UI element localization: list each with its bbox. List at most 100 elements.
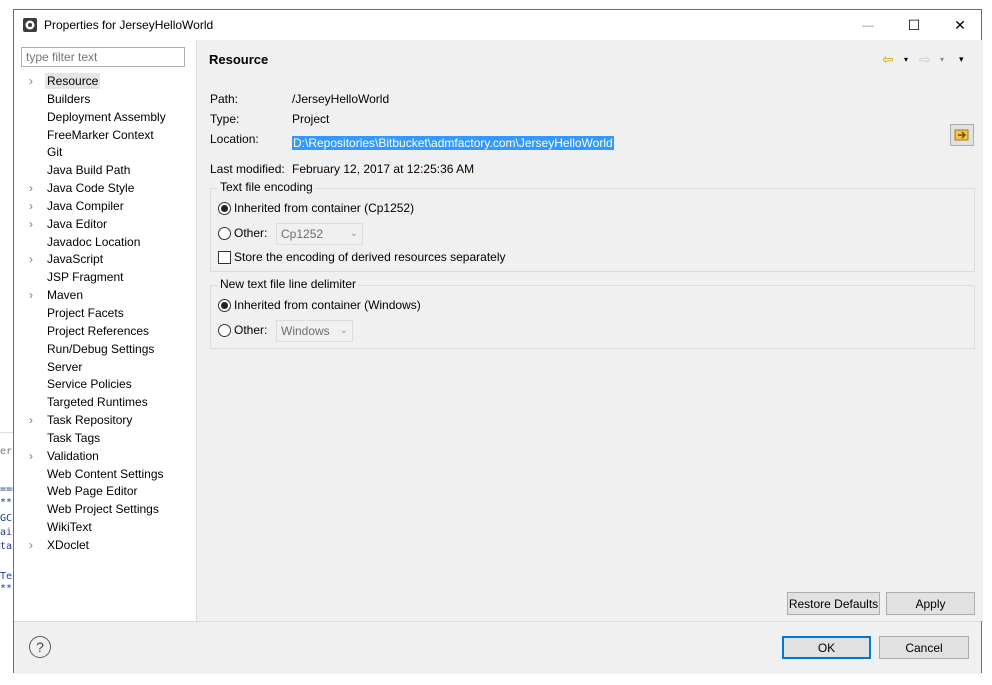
tree-item-label[interactable]: Validation (45, 448, 101, 464)
tree-item-label[interactable]: Run/Debug Settings (45, 341, 156, 357)
chevron-right-icon[interactable]: › (29, 251, 39, 269)
eclipse-app-icon (22, 17, 38, 33)
encoding-other-label[interactable]: Other: (234, 226, 267, 240)
apply-button[interactable]: Apply (886, 592, 975, 615)
location-selected-text[interactable]: D:\Repositories\Bitbucket\admfactory.com… (292, 136, 614, 150)
encoding-other-radio[interactable] (218, 226, 231, 240)
background-divider (0, 432, 14, 433)
tree-item[interactable]: › XDoclet (14, 537, 197, 555)
store-encoding-option[interactable]: Store the encoding of derived resources … (218, 250, 506, 264)
chevron-right-icon[interactable]: › (29, 216, 39, 234)
tree-item[interactable]: Java Build Path (14, 162, 197, 180)
path-label-text: Path: (210, 92, 239, 106)
tree-item-label[interactable]: Java Compiler (45, 198, 126, 214)
tree-item[interactable]: › JavaScript (14, 251, 197, 269)
back-dropdown-icon[interactable]: ▾ (904, 51, 908, 67)
chevron-right-icon[interactable]: › (29, 198, 39, 216)
forward-dropdown-icon[interactable]: ▾ (940, 51, 944, 67)
tree-item-label[interactable]: Project References (45, 323, 151, 339)
tree-item[interactable]: › Java Compiler (14, 198, 197, 216)
store-encoding-label[interactable]: Store the encoding of derived resources … (234, 250, 506, 264)
delimiter-inherited-radio[interactable] (218, 298, 231, 312)
tree-item-label[interactable]: Task Tags (45, 430, 102, 446)
tree-item[interactable]: Service Policies (14, 376, 197, 394)
store-encoding-checkbox[interactable] (218, 250, 231, 264)
encoding-inherited-label[interactable]: Inherited from container (Cp1252) (234, 201, 414, 215)
tree-item[interactable]: Project Facets (14, 305, 197, 323)
delimiter-other-label[interactable]: Other: (234, 323, 267, 337)
tree-item-label[interactable]: Resource (45, 73, 101, 89)
chevron-right-icon[interactable]: › (29, 180, 39, 198)
tree-item-label[interactable]: Project Facets (45, 305, 126, 321)
maximize-button[interactable]: ☐ (891, 10, 937, 40)
location-value[interactable]: D:\Repositories\Bitbucket\admfactory.com… (292, 136, 614, 150)
chevron-right-icon[interactable]: › (29, 448, 39, 466)
tree-item[interactable]: Deployment Assembly (14, 109, 197, 127)
tree-item[interactable]: › Maven (14, 287, 197, 305)
tree-item-label[interactable]: Service Policies (45, 376, 134, 392)
tree-item-label[interactable]: Server (45, 359, 84, 375)
tree-item[interactable]: FreeMarker Context (14, 127, 197, 145)
tree-item-label[interactable]: WikiText (45, 519, 94, 535)
tree-item[interactable]: › Validation (14, 448, 197, 466)
delimiter-inherited-option[interactable]: Inherited from container (Windows) (218, 298, 421, 312)
back-arrow-icon[interactable]: ⇦ (882, 51, 894, 67)
tree-item-label[interactable]: JSP Fragment (45, 269, 125, 285)
tree-item[interactable]: Run/Debug Settings (14, 341, 197, 359)
encoding-inherited-option[interactable]: Inherited from container (Cp1252) (218, 201, 414, 215)
forward-arrow-icon[interactable]: ⇨ (919, 51, 931, 67)
tree-item[interactable]: › Java Code Style (14, 180, 197, 198)
tree-item-label[interactable]: Maven (45, 287, 85, 303)
show-in-explorer-button[interactable] (950, 124, 974, 146)
tree-item-label[interactable]: Java Code Style (45, 180, 136, 196)
tree-item-label[interactable]: XDoclet (45, 537, 91, 553)
tree-item[interactable]: Web Content Settings (14, 466, 197, 484)
tree-item[interactable]: Javadoc Location (14, 234, 197, 252)
tree-item[interactable]: Web Project Settings (14, 501, 197, 519)
delimiter-inherited-label[interactable]: Inherited from container (Windows) (234, 298, 421, 312)
chevron-right-icon[interactable]: › (29, 73, 39, 91)
view-menu-icon[interactable]: ▾ (959, 51, 964, 67)
tree-item[interactable]: WikiText (14, 519, 197, 537)
tree-item-label[interactable]: JavaScript (45, 251, 105, 267)
tree-item-label[interactable]: Java Editor (45, 216, 109, 232)
tree-item-label[interactable]: Web Content Settings (45, 466, 166, 482)
tree-item[interactable]: › Task Repository (14, 412, 197, 430)
property-tree-pane: › Resource Builders Deployment Assembly Free… (14, 40, 197, 621)
tree-item-label[interactable]: Deployment Assembly (45, 109, 168, 125)
tree-item[interactable]: JSP Fragment (14, 269, 197, 287)
tree-item-label[interactable]: FreeMarker Context (45, 127, 156, 143)
tree-item-label[interactable]: Java Build Path (45, 162, 132, 178)
chevron-right-icon[interactable]: › (29, 412, 39, 430)
background-text: *** (0, 583, 14, 594)
tree-item-label[interactable]: Task Repository (45, 412, 134, 428)
chevron-right-icon[interactable]: › (29, 287, 39, 305)
tree-item[interactable]: Task Tags (14, 430, 197, 448)
tree-item[interactable]: Project References (14, 323, 197, 341)
cancel-button[interactable]: Cancel (879, 636, 969, 659)
chevron-right-icon[interactable]: › (29, 537, 39, 555)
help-button[interactable]: ? (29, 636, 51, 658)
encoding-other-option[interactable]: Other: (218, 226, 267, 240)
tree-item-label[interactable]: Git (45, 144, 64, 160)
tree-item[interactable]: Builders (14, 91, 197, 109)
delimiter-other-radio[interactable] (218, 323, 231, 337)
close-button[interactable]: ✕ (937, 10, 983, 40)
tree-item[interactable]: Server (14, 359, 197, 377)
tree-item[interactable]: › Resource (14, 73, 197, 91)
delimiter-other-option[interactable]: Other: (218, 323, 267, 337)
tree-item-label[interactable]: Builders (45, 91, 92, 107)
tree-item[interactable]: Web Page Editor (14, 483, 197, 501)
filter-input[interactable] (21, 47, 185, 67)
tree-item-label[interactable]: Javadoc Location (45, 234, 142, 250)
tree-item[interactable]: Targeted Runtimes (14, 394, 197, 412)
tree-item[interactable]: Git (14, 144, 197, 162)
encoding-inherited-radio[interactable] (218, 201, 231, 215)
tree-item-label[interactable]: Targeted Runtimes (45, 394, 150, 410)
minimize-button[interactable]: — (845, 10, 891, 40)
tree-item[interactable]: › Java Editor (14, 216, 197, 234)
restore-defaults-button[interactable]: Restore Defaults (787, 592, 880, 615)
ok-button[interactable]: OK (782, 636, 871, 659)
tree-item-label[interactable]: Web Page Editor (45, 483, 140, 499)
tree-item-label[interactable]: Web Project Settings (45, 501, 161, 517)
